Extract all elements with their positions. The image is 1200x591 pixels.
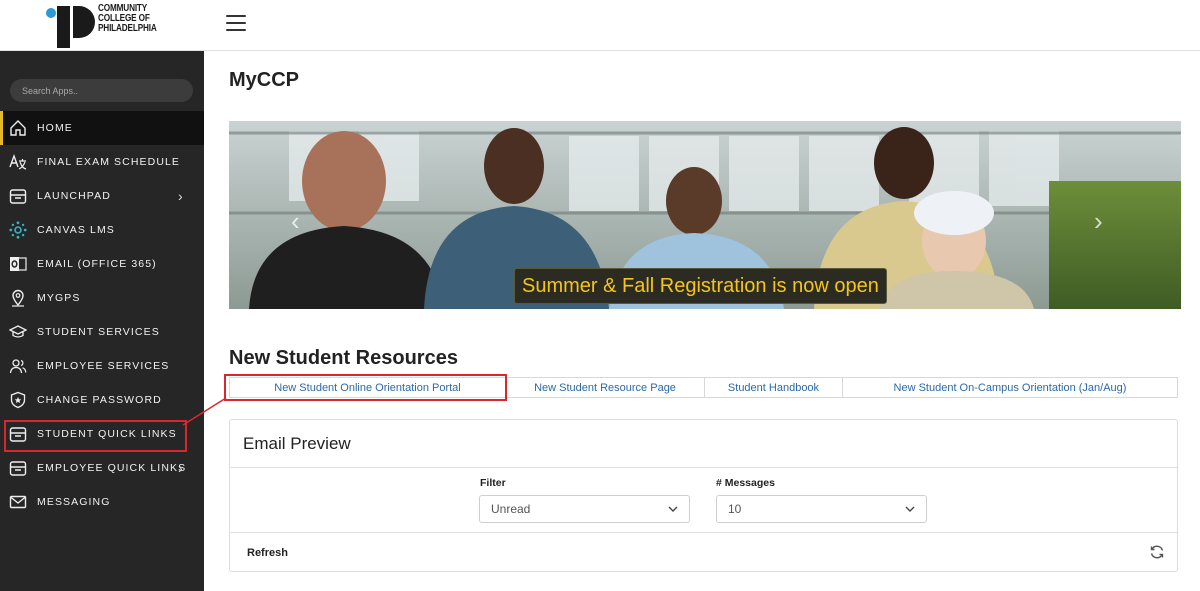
- sidebar-item-label: LAUNCHPAD: [37, 190, 111, 202]
- filter-select[interactable]: Unread: [479, 495, 690, 523]
- sidebar-item-home[interactable]: HOME: [0, 111, 204, 145]
- sidebar-item-employee-services[interactable]: EMPLOYEE SERVICES: [0, 349, 204, 383]
- home-icon: [10, 120, 26, 136]
- divider: [230, 467, 1177, 468]
- email-preview-card: Email Preview Filter Unread # Messages 1…: [229, 419, 1178, 572]
- envelope-icon: [9, 495, 27, 509]
- resource-link-student-handbook[interactable]: Student Handbook: [705, 378, 843, 397]
- sidebar-item-canvas-lms[interactable]: CANVAS LMS: [0, 213, 204, 247]
- sidebar-item-label: STUDENT SERVICES: [37, 326, 160, 338]
- tray-icon: [9, 427, 27, 442]
- tray-icon: [9, 189, 27, 204]
- resource-link-resource-page[interactable]: New Student Resource Page: [506, 378, 705, 397]
- top-bar: COMMUNITY COLLEGE OF PHILADELPHIA: [0, 0, 1200, 51]
- tray-icon: [9, 461, 27, 476]
- hero-carousel[interactable]: ‹ › Summer & Fall Registration is now op…: [229, 121, 1181, 309]
- sidebar-item-messaging[interactable]: MESSAGING: [0, 485, 204, 519]
- messages-label: # Messages: [716, 477, 775, 489]
- logo-wordmark: COMMUNITY COLLEGE OF PHILADELPHIA: [98, 4, 157, 34]
- filter-label: Filter: [480, 477, 506, 489]
- banner-caption: Summer & Fall Registration is now open: [514, 268, 887, 304]
- sidebar-item-email-office-365[interactable]: EMAIL (OFFICE 365): [0, 247, 204, 281]
- refresh-icon[interactable]: [1149, 544, 1165, 560]
- shield-icon: [10, 391, 26, 409]
- sidebar-nav: HOME FINAL EXAM SCHEDULE LAUNCHPAD › CAN…: [0, 111, 204, 519]
- email-preview-title: Email Preview: [243, 434, 351, 453]
- sidebar-item-launchpad[interactable]: LAUNCHPAD ›: [0, 179, 204, 213]
- messages-select-value: 10: [728, 502, 742, 516]
- sidebar-item-student-quick-links[interactable]: STUDENT QUICK LINKS: [0, 417, 204, 452]
- chevron-right-icon: ›: [178, 460, 183, 476]
- sidebar-item-label: EMPLOYEE QUICK LINKS: [37, 462, 187, 474]
- logo-line-3: PHILADELPHIA: [98, 23, 157, 34]
- divider: [230, 532, 1177, 533]
- sidebar-item-employee-quick-links[interactable]: EMPLOYEE QUICK LINKS ›: [0, 451, 204, 485]
- users-icon: [9, 359, 27, 374]
- main-content: MyCCP ‹ › Summer & Fall Registration is …: [204, 51, 1200, 591]
- sidebar-item-label: FINAL EXAM SCHEDULE: [37, 156, 181, 168]
- page-title: MyCCP: [229, 69, 300, 91]
- sidebar-item-label: EMPLOYEE SERVICES: [37, 360, 170, 372]
- sidebar-item-label: MYGPS: [37, 292, 81, 304]
- outlook-icon: [10, 257, 27, 271]
- resources-title: New Student Resources: [229, 347, 458, 369]
- resource-link-on-campus-orientation[interactable]: New Student On-Campus Orientation (Jan/A…: [843, 378, 1177, 397]
- sidebar: HOME FINAL EXAM SCHEDULE LAUNCHPAD › CAN…: [0, 51, 204, 591]
- sidebar-item-label: EMAIL (OFFICE 365): [37, 258, 157, 270]
- sidebar-item-student-services[interactable]: STUDENT SERVICES: [0, 315, 204, 349]
- search-apps-input[interactable]: [10, 79, 193, 102]
- chevron-right-icon: ›: [178, 188, 183, 204]
- graduation-cap-icon: [9, 325, 27, 338]
- sidebar-item-label: CHANGE PASSWORD: [37, 394, 162, 406]
- translate-icon: [9, 153, 27, 170]
- chevron-down-icon: [905, 506, 915, 512]
- hamburger-menu-icon[interactable]: [226, 15, 246, 33]
- highlight-box: [224, 374, 507, 401]
- sidebar-item-change-password[interactable]: CHANGE PASSWORD: [0, 383, 204, 417]
- sidebar-item-mygps[interactable]: MYGPS: [0, 281, 204, 315]
- filter-select-value: Unread: [491, 502, 531, 516]
- sidebar-item-label: STUDENT QUICK LINKS: [37, 428, 177, 440]
- location-pin-icon: [12, 289, 24, 307]
- sidebar-item-label: MESSAGING: [37, 496, 111, 508]
- sidebar-item-label: CANVAS LMS: [37, 224, 115, 236]
- canvas-icon: [9, 221, 27, 239]
- refresh-button[interactable]: Refresh: [247, 547, 288, 559]
- chevron-right-icon[interactable]: ›: [1094, 206, 1103, 237]
- messages-select[interactable]: 10: [716, 495, 927, 523]
- sidebar-item-final-exam-schedule[interactable]: FINAL EXAM SCHEDULE: [0, 145, 204, 179]
- chevron-down-icon: [668, 506, 678, 512]
- sidebar-item-label: HOME: [37, 122, 73, 134]
- chevron-left-icon[interactable]: ‹: [291, 206, 300, 237]
